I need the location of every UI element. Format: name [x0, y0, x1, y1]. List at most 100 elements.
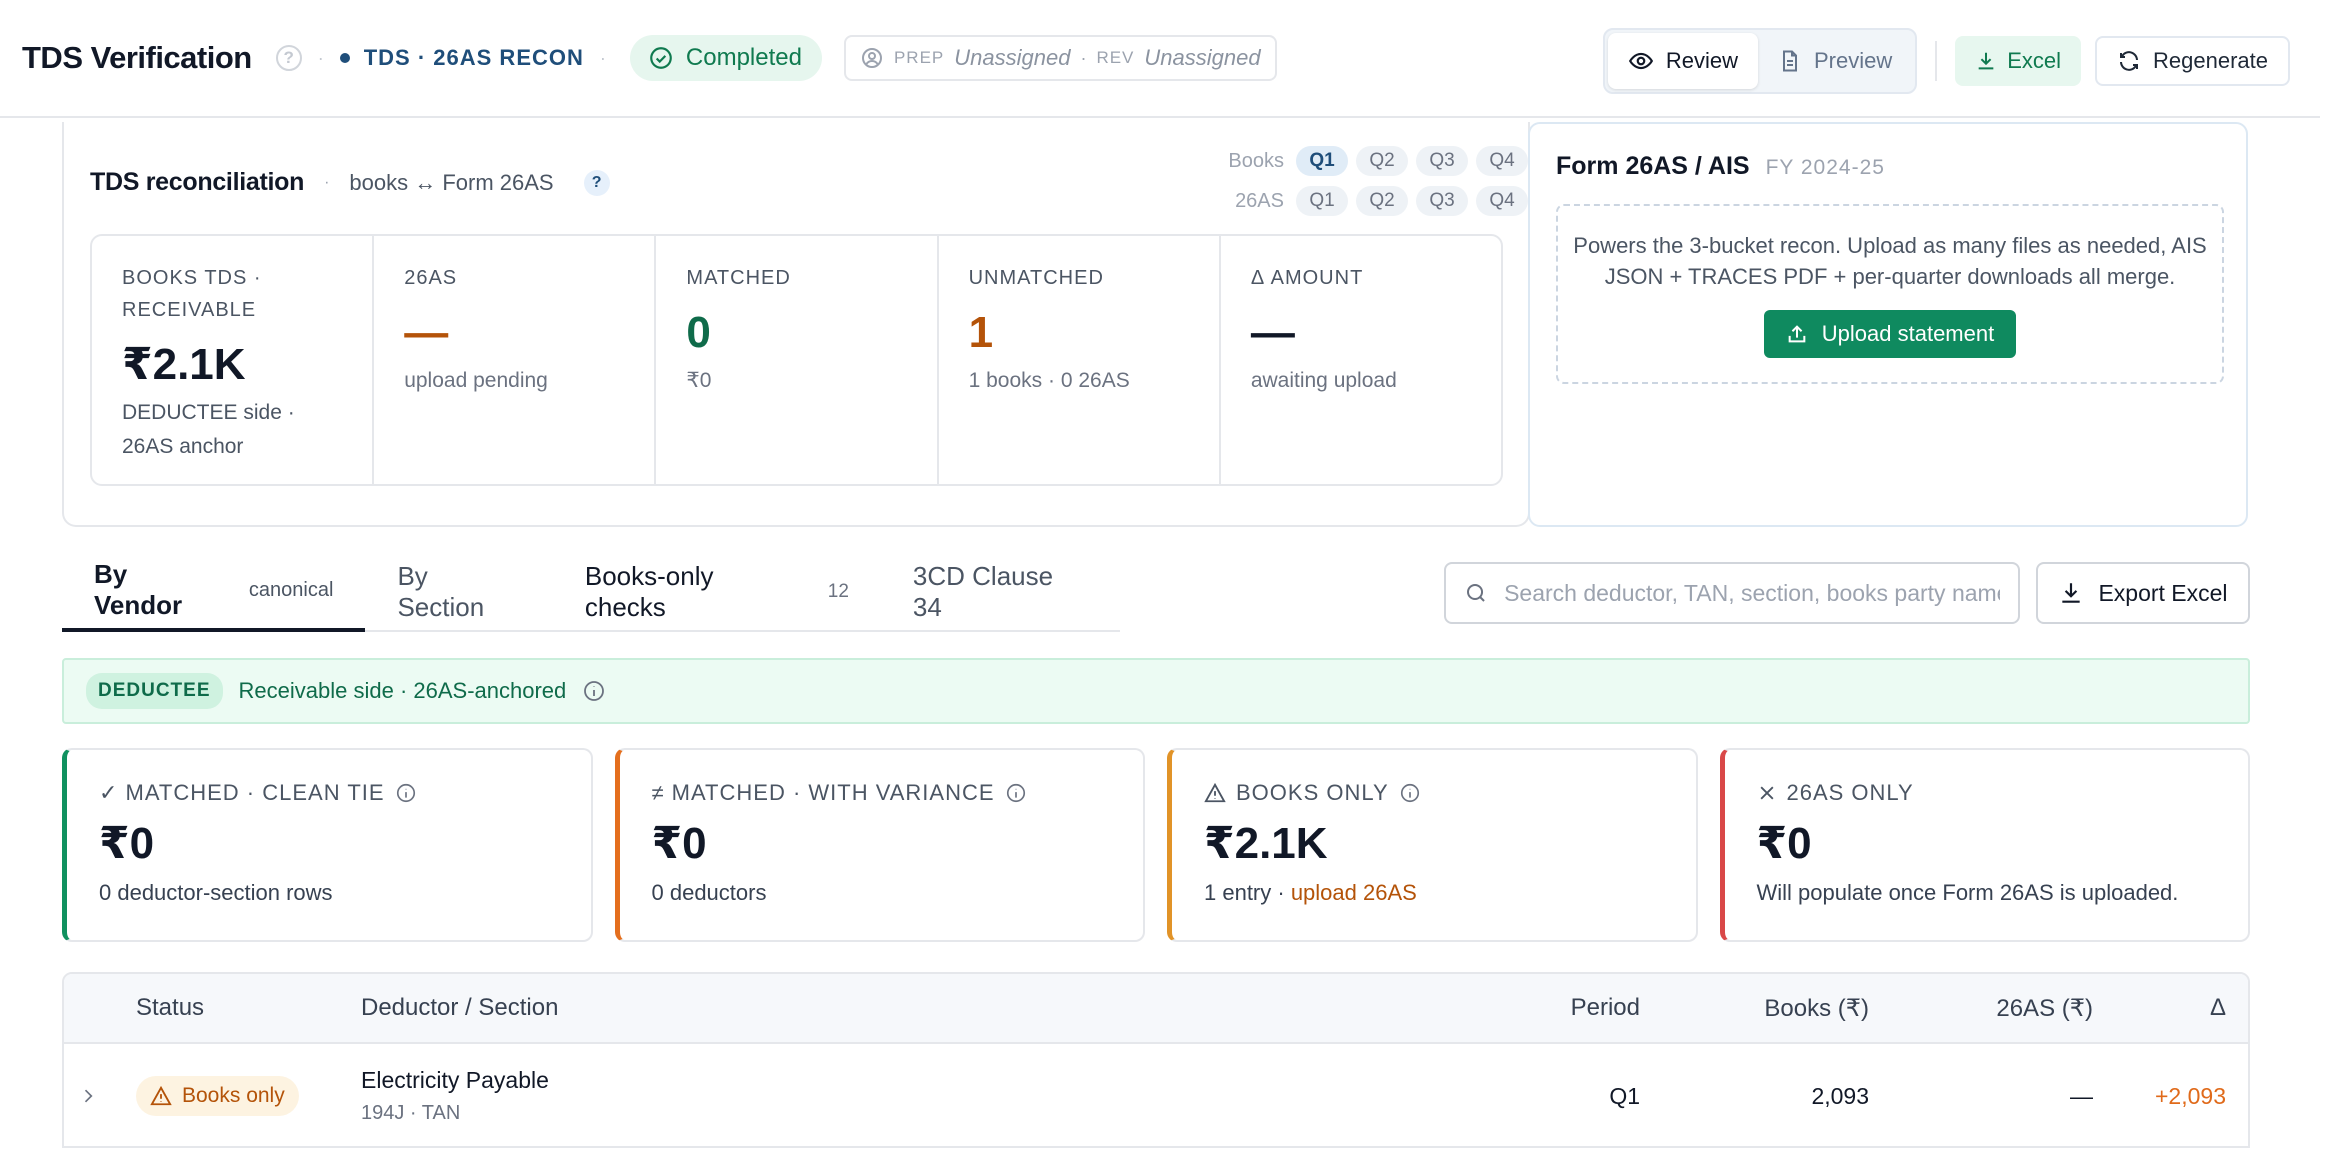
- col-books[interactable]: Books (₹): [1664, 974, 1869, 1042]
- search-input[interactable]: [1504, 579, 2000, 607]
- upload-dropzone[interactable]: Powers the 3-bucket recon. Upload as man…: [1556, 204, 2224, 384]
- status-text: Completed: [685, 44, 802, 71]
- eye-icon: [1628, 52, 1653, 70]
- col-delta[interactable]: Δ: [2114, 974, 2226, 1042]
- bucket-label-text: 26AS ONLY: [1786, 780, 1914, 805]
- col-26as[interactable]: 26AS (₹): [1894, 974, 2093, 1042]
- books-q1-chip[interactable]: Q1: [1296, 146, 1348, 176]
- prep-label: PREP: [893, 48, 945, 67]
- excel-label: Excel: [2007, 48, 2062, 73]
- tab-books-only-checks[interactable]: Books-only checks 12: [553, 552, 881, 632]
- prep-value: Unassigned: [954, 45, 1071, 70]
- view-toggle: Review Preview: [1602, 28, 1918, 94]
- col-period[interactable]: Period: [1464, 974, 1640, 1042]
- metric-label: UNMATCHED: [968, 267, 1104, 289]
- as26-cell: —: [2070, 1082, 2093, 1109]
- metric-label: 26AS: [404, 267, 458, 289]
- preview-label: Preview: [1813, 48, 1893, 73]
- export-excel-button[interactable]: Export Excel: [2036, 562, 2250, 624]
- review-button[interactable]: Review: [1607, 33, 1758, 89]
- upload-26as-link[interactable]: upload 26AS: [1291, 880, 1417, 905]
- period-cell: Q1: [1609, 1082, 1640, 1109]
- rev-label: REV: [1096, 48, 1135, 67]
- metric-value: —: [404, 308, 449, 357]
- bucket-value: ₹0: [1756, 819, 1812, 868]
- books-q2-chip[interactable]: Q2: [1356, 146, 1408, 176]
- metric-note: awaiting upload: [1250, 369, 1397, 392]
- deductee-badge: DEDUCTEE: [86, 673, 223, 709]
- deductor-cell: Electricity Payable 194J · TAN: [361, 1044, 549, 1146]
- banner-text: Receivable side · 26AS-anchored: [238, 678, 567, 703]
- rev-value: Unassigned: [1144, 45, 1261, 70]
- bucket-value: ₹2.1K: [1204, 819, 1328, 868]
- regenerate-label: Regenerate: [2153, 48, 2268, 73]
- form26as-header: Form 26AS / AIS FY 2024-25: [1556, 152, 1885, 181]
- table-row[interactable]: Books only Electricity Payable 194J · TA…: [64, 1044, 2248, 1146]
- help-icon[interactable]: ?: [583, 169, 610, 196]
- bucket-label-text: ≠ MATCHED · WITH VARIANCE: [651, 780, 995, 805]
- separator-dot: ·: [324, 173, 330, 191]
- bucket-value: ₹0: [651, 819, 707, 868]
- metric-label: MATCHED: [686, 267, 791, 289]
- assignee-box[interactable]: PREP Unassigned · REV Unassigned: [843, 35, 1277, 81]
- books-q4-chip[interactable]: Q4: [1476, 146, 1528, 176]
- upload-statement-button[interactable]: Upload statement: [1763, 310, 2017, 358]
- separator-dot: ·: [1080, 47, 1087, 68]
- info-icon[interactable]: [395, 782, 417, 804]
- download-icon: [1978, 52, 1994, 70]
- bucket-books-only[interactable]: BOOKS ONLY ₹2.1K 1 entry · upload 26AS: [1167, 748, 1698, 942]
- as26-quarter-row: 26AS Q1 Q2 Q3 Q4: [1228, 184, 1528, 218]
- metric-label: BOOKS TDS · RECEIVABLE: [122, 267, 262, 321]
- as26-q1-chip[interactable]: Q1: [1296, 186, 1348, 216]
- status-cell: Books only: [136, 1044, 299, 1146]
- bucket-label-text: ✓ MATCHED · CLEAN TIE: [99, 780, 385, 805]
- tab-label: By Section: [397, 561, 485, 622]
- as26-q4-chip[interactable]: Q4: [1476, 186, 1528, 216]
- tab-by-vendor[interactable]: By Vendor canonical: [62, 552, 366, 632]
- books-quarter-row: Books Q1 Q2 Q3 Q4: [1228, 144, 1528, 178]
- metric-books-tds: BOOKS TDS · RECEIVABLE ₹2.1K DEDUCTEE si…: [92, 236, 375, 484]
- warning-icon: [1204, 782, 1226, 803]
- info-icon[interactable]: [1005, 782, 1027, 804]
- as26-q3-chip[interactable]: Q3: [1416, 186, 1468, 216]
- recon-card: TDS reconciliation · books ↔ Form 26AS ?…: [62, 122, 1530, 527]
- export-label: Export Excel: [2098, 579, 2228, 606]
- tab-tag: canonical: [248, 578, 334, 601]
- bucket-26as-only[interactable]: 26AS ONLY ₹0 Will populate once Form 26A…: [1719, 748, 2250, 942]
- books-q3-chip[interactable]: Q3: [1416, 146, 1468, 176]
- excel-button[interactable]: Excel: [1955, 36, 2082, 86]
- bucket-note-text: 1 entry ·: [1204, 880, 1291, 905]
- as26-quarter-label: 26AS: [1235, 189, 1284, 212]
- tab-label: By Vendor: [94, 559, 183, 620]
- expand-chevron[interactable]: [78, 1044, 98, 1146]
- metric-value: ₹2.1K: [122, 340, 246, 389]
- tab-by-section[interactable]: By Section: [365, 552, 552, 632]
- tab-3cd-clause-34[interactable]: 3CD Clause 34: [881, 552, 1120, 632]
- document-icon: [1782, 50, 1797, 72]
- bucket-label: BOOKS ONLY: [1204, 780, 1696, 806]
- metric-matched: MATCHED 0 ₹0: [656, 236, 939, 484]
- bucket-note: 1 entry · upload 26AS: [1204, 880, 1696, 906]
- col-deductor[interactable]: Deductor / Section: [361, 974, 558, 1042]
- preview-button[interactable]: Preview: [1758, 33, 1912, 89]
- separator-dot: ·: [599, 47, 606, 68]
- quarter-selector: Books Q1 Q2 Q3 Q4 26AS Q1 Q2 Q3 Q4: [1228, 144, 1528, 224]
- download-icon: [2062, 583, 2081, 603]
- help-icon[interactable]: ?: [275, 45, 302, 71]
- top-bar: TDS Verification ? · TDS · 26AS RECON · …: [0, 0, 2320, 118]
- bucket-matched-clean[interactable]: ✓ MATCHED · CLEAN TIE ₹0 0 deductor-sect…: [62, 748, 593, 942]
- info-icon[interactable]: [582, 679, 606, 703]
- bucket-matched-variance[interactable]: ≠ MATCHED · WITH VARIANCE ₹0 0 deductors: [614, 748, 1145, 942]
- info-icon[interactable]: [1399, 782, 1421, 804]
- metric-value: 1: [968, 308, 994, 357]
- recon-title: TDS reconciliation: [90, 168, 305, 196]
- books-quarter-label: Books: [1228, 149, 1284, 172]
- as26-q2-chip[interactable]: Q2: [1356, 186, 1408, 216]
- col-status[interactable]: Status: [136, 974, 204, 1042]
- metric-note: upload pending: [404, 369, 548, 392]
- tab-label: Books-only checks: [584, 561, 714, 622]
- recon-header: TDS reconciliation · books ↔ Form 26AS ?: [90, 168, 610, 197]
- regenerate-button[interactable]: Regenerate: [2095, 36, 2290, 86]
- table-header: Status Deductor / Section Period Books (…: [64, 974, 2248, 1044]
- bucket-cards: ✓ MATCHED · CLEAN TIE ₹0 0 deductor-sect…: [62, 748, 2250, 942]
